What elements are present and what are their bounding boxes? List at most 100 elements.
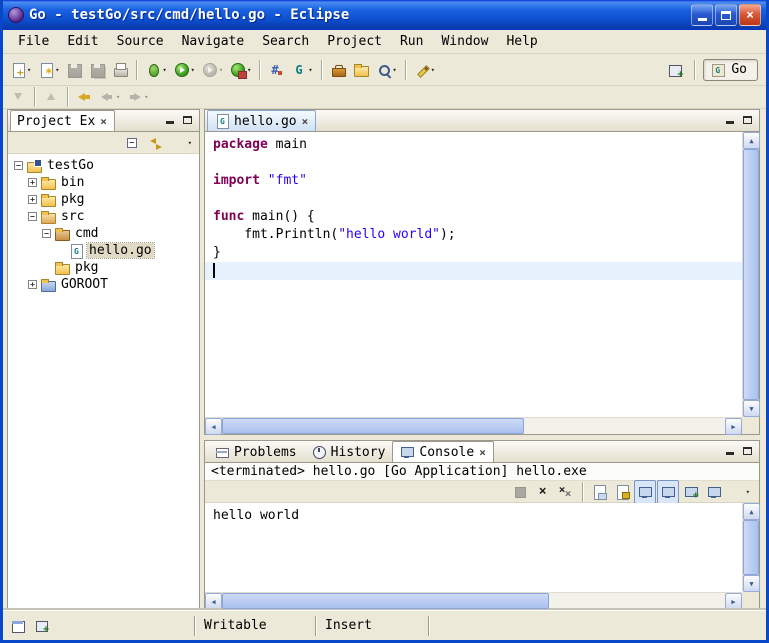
open-perspective-button[interactable] — [664, 58, 686, 82]
scroll-right-icon[interactable]: ▶ — [725, 418, 742, 435]
maximize-view-button[interactable] — [179, 112, 196, 127]
close-tab-icon[interactable]: × — [99, 116, 108, 127]
tab-history[interactable]: History — [304, 441, 393, 462]
scroll-left-icon[interactable]: ◀ — [205, 593, 222, 610]
minimize-view-button[interactable] — [161, 112, 178, 127]
scroll-up-icon[interactable]: ▲ — [743, 132, 760, 149]
save-button[interactable] — [63, 58, 85, 82]
next-annotation-button[interactable] — [7, 87, 29, 107]
tab-project-explorer[interactable]: Project Ex × — [10, 110, 115, 131]
maximize-button[interactable] — [715, 4, 737, 26]
tree-item-bin[interactable]: +bin — [8, 174, 199, 191]
annotations-button[interactable]: ▾ — [411, 58, 438, 82]
maximize-view-button[interactable] — [739, 112, 756, 127]
search-button[interactable]: ▾ — [373, 58, 400, 82]
tree-item-pkg[interactable]: pkg — [8, 259, 199, 276]
scroll-down-icon[interactable]: ▼ — [743, 575, 760, 592]
code-line[interactable] — [205, 190, 742, 208]
collapse-all-button[interactable] — [122, 131, 144, 155]
view-menu-button[interactable]: ▾ — [168, 131, 195, 155]
minimize-button[interactable] — [691, 4, 713, 26]
tree-item-goroot[interactable]: +GOROOT — [8, 276, 199, 293]
maximize-view-button[interactable] — [739, 443, 756, 458]
prev-annotation-button[interactable] — [40, 87, 62, 107]
tab-problems[interactable]: Problems — [207, 441, 304, 462]
scroll-left-icon[interactable]: ◀ — [205, 418, 222, 435]
menu-edit[interactable]: Edit — [58, 32, 107, 51]
new-wizard-button[interactable]: ▾ — [7, 58, 34, 82]
external-tools-button[interactable]: ▾ — [227, 58, 254, 82]
horizontal-scrollbar[interactable]: ◀▶ — [205, 417, 742, 434]
horizontal-scrollbar[interactable]: ◀▶ — [205, 592, 742, 609]
code-line[interactable]: func main() { — [205, 208, 742, 226]
code-editor[interactable]: package main import "fmt" func main() { fm… — [205, 132, 742, 417]
clear-console-button[interactable] — [588, 480, 610, 504]
menu-help[interactable]: Help — [497, 32, 546, 51]
last-edit-button[interactable] — [73, 87, 95, 107]
run-button[interactable]: ▾ — [171, 58, 198, 82]
scroll-up-icon[interactable]: ▲ — [743, 503, 760, 520]
open-console-button[interactable] — [680, 480, 702, 504]
collapse-toggle-icon[interactable]: − — [28, 212, 37, 221]
expand-toggle-icon[interactable]: + — [28, 280, 37, 289]
code-line[interactable]: fmt.Println("hello world"); — [205, 226, 742, 244]
scrollbar-thumb[interactable] — [743, 520, 759, 575]
tab-hello-go[interactable]: hello.go × — [207, 110, 316, 131]
menu-project[interactable]: Project — [318, 32, 391, 51]
menu-file[interactable]: File — [9, 32, 58, 51]
menu-window[interactable]: Window — [432, 32, 497, 51]
fast-view-button[interactable] — [7, 614, 29, 638]
minimize-view-button[interactable] — [721, 443, 738, 458]
menu-source[interactable]: Source — [108, 32, 173, 51]
back-button[interactable]: ▾ — [96, 87, 123, 107]
tree-item-src[interactable]: −src — [8, 208, 199, 225]
menu-navigate[interactable]: Navigate — [173, 32, 254, 51]
code-line[interactable]: } — [205, 244, 742, 262]
scrollbar-thumb[interactable] — [222, 418, 524, 434]
tree-item-hello-go[interactable]: hello.go — [8, 242, 199, 259]
tree-item-testgo[interactable]: −testGo — [8, 157, 199, 174]
scrollbar-thumb[interactable] — [743, 149, 759, 400]
code-line[interactable]: package main — [205, 136, 742, 154]
new-menu-button[interactable]: ▾ — [35, 58, 62, 82]
code-line[interactable]: import "fmt" — [205, 172, 742, 190]
collapse-toggle-icon[interactable]: − — [14, 161, 23, 170]
open-folder-button[interactable] — [350, 58, 372, 82]
scroll-right-icon[interactable]: ▶ — [725, 593, 742, 610]
menu-search[interactable]: Search — [253, 32, 318, 51]
console-output[interactable]: hello world — [205, 503, 742, 592]
terminate-button[interactable] — [509, 480, 531, 504]
print-button[interactable] — [109, 58, 131, 82]
go-grid-button[interactable] — [265, 58, 287, 82]
scroll-lock-button[interactable] — [611, 480, 633, 504]
scroll-down-icon[interactable]: ▼ — [743, 400, 760, 417]
expand-toggle-icon[interactable]: + — [28, 195, 37, 204]
go-perspective-button[interactable]: Go — [703, 59, 758, 81]
title-bar[interactable]: Go - testGo/src/cmd/hello.go - Eclipse × — [3, 0, 766, 30]
remove-all-button[interactable] — [555, 480, 577, 504]
open-type-button[interactable] — [327, 58, 349, 82]
run-last-button[interactable]: ▾ — [199, 58, 226, 82]
save-all-button[interactable] — [86, 58, 108, 82]
close-tab-icon[interactable]: × — [301, 116, 310, 127]
launch-shortcut-button[interactable] — [31, 614, 53, 638]
console-menu-button[interactable]: ▾ — [726, 480, 753, 504]
close-button[interactable]: × — [739, 4, 761, 26]
remove-launch-button[interactable] — [532, 480, 554, 504]
menu-run[interactable]: Run — [391, 32, 432, 51]
vertical-scrollbar[interactable]: ▲▼ — [742, 503, 759, 592]
tree-item-pkg[interactable]: +pkg — [8, 191, 199, 208]
tree-item-cmd[interactable]: −cmd — [8, 225, 199, 242]
go-menu-button[interactable]: ▾ — [288, 58, 315, 82]
tab-console[interactable]: Console× — [392, 441, 493, 462]
word-wrap-button[interactable] — [634, 480, 656, 504]
link-editor-button[interactable] — [145, 131, 167, 155]
minimize-view-button[interactable] — [721, 112, 738, 127]
vertical-scrollbar[interactable]: ▲▼ — [742, 132, 759, 417]
display-console-button[interactable] — [703, 480, 725, 504]
scrollbar-thumb[interactable] — [222, 593, 549, 609]
show-output-button[interactable] — [657, 480, 679, 504]
expand-toggle-icon[interactable]: + — [28, 178, 37, 187]
close-tab-icon[interactable]: × — [478, 447, 487, 458]
forward-button[interactable]: ▾ — [124, 87, 151, 107]
